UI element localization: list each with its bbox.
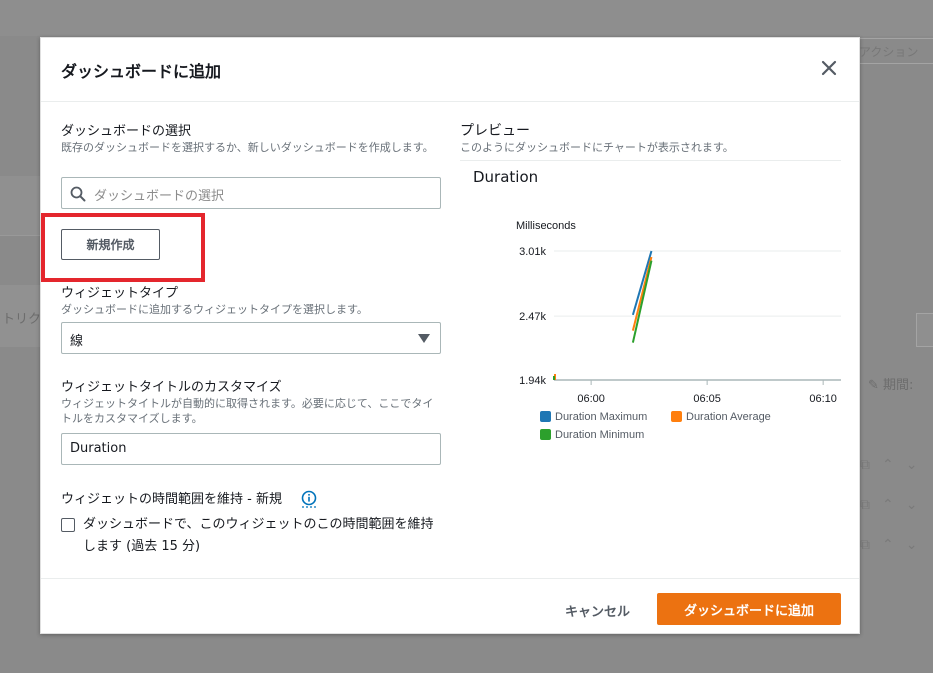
y-tick-label: 1.94k: [519, 375, 546, 387]
widget-title-description: ウィジェットタイトルが自動的に取得されます。必要に応じて、ここでタイトルをカスタ…: [61, 397, 434, 425]
keep-time-range-checkbox[interactable]: [61, 518, 75, 532]
series-line: [631, 256, 653, 331]
search-icon: [70, 186, 86, 202]
widget-type-label: ウィジェットタイプ: [61, 286, 179, 301]
y-tick-label: 3.01k: [519, 246, 546, 258]
search-placeholder: ダッシュボードの選択: [94, 189, 225, 204]
background-side-label: トリク: [2, 312, 42, 327]
background-box: [916, 313, 933, 347]
x-tick-label: 06:00: [577, 393, 605, 405]
x-tick-label: 06:05: [693, 393, 721, 405]
y-tick-label: 2.47k: [519, 311, 546, 323]
widget-type-select[interactable]: 線: [61, 322, 441, 354]
modal-footer: キャンセル ダッシュボードに追加: [41, 578, 859, 635]
modal-header: ダッシュボードに追加: [41, 38, 859, 102]
cancel-button[interactable]: キャンセル: [553, 595, 642, 625]
modal-title: ダッシュボードに追加: [61, 62, 222, 81]
widget-type-description: ダッシュボードに追加するウィジェットタイプを選択します。: [61, 303, 368, 316]
create-new-button[interactable]: 新規作成: [61, 229, 160, 260]
legend-swatch: [540, 429, 551, 440]
legend-label: Duration Maximum: [555, 411, 647, 423]
time-range-label: ウィジェットの時間範囲を維持 - 新規: [61, 492, 282, 507]
background-row-icons: ⧉⌃⌄: [860, 537, 930, 553]
background-row-icons: ⧉⌃⌄: [860, 497, 930, 513]
y-axis-label: Milliseconds: [516, 220, 576, 232]
widget-title-label: ウィジェットタイトルのカスタマイズ: [61, 380, 282, 395]
caret-down-icon: [418, 334, 430, 343]
background-header: [0, 0, 933, 36]
preview-title: プレビュー: [460, 123, 530, 139]
x-tick-label: 06:10: [809, 393, 837, 405]
background-period-text: 期間:: [883, 378, 914, 393]
legend-label: Duration Average: [686, 411, 771, 423]
keep-time-range-label[interactable]: ダッシュボードで、このウィジェットのこの時間範囲を維持します (過去 15 分): [83, 514, 443, 558]
close-icon[interactable]: [821, 60, 837, 76]
preview-divider: [460, 160, 841, 161]
preview-chart: Milliseconds 3.01k 2.47k 1.94k 06:00 06:05 06:…: [516, 220, 841, 441]
add-to-dashboard-button[interactable]: ダッシュボードに追加: [657, 593, 841, 625]
dashboard-search-input[interactable]: ダッシュボードの選択: [61, 177, 441, 209]
preview-description: このようにダッシュボードにチャートが表示されます。: [460, 141, 734, 154]
info-icon[interactable]: [301, 490, 317, 508]
background-panel: [0, 176, 40, 236]
widget-title-input[interactable]: Duration: [61, 433, 441, 465]
add-to-dashboard-modal: ダッシュボードに追加 ダッシュボードの選択 既存のダッシュボードを選択するか、新…: [40, 37, 860, 634]
chart-title: Duration: [473, 168, 539, 186]
legend-swatch: [671, 411, 682, 422]
background-period-label: ✎ 期間:: [868, 378, 914, 393]
widget-title-value: Duration: [70, 441, 127, 456]
legend-label: Duration Minimum: [555, 429, 644, 441]
widget-type-value: 線: [70, 334, 84, 349]
dashboard-select-label: ダッシュボードの選択: [61, 124, 192, 139]
legend-swatch: [540, 411, 551, 422]
series-line: [631, 260, 653, 343]
dashboard-select-description: 既存のダッシュボードを選択するか、新しいダッシュボードを作成します。: [61, 141, 434, 154]
background-row-icons: ⧉⌃⌄: [860, 457, 930, 473]
